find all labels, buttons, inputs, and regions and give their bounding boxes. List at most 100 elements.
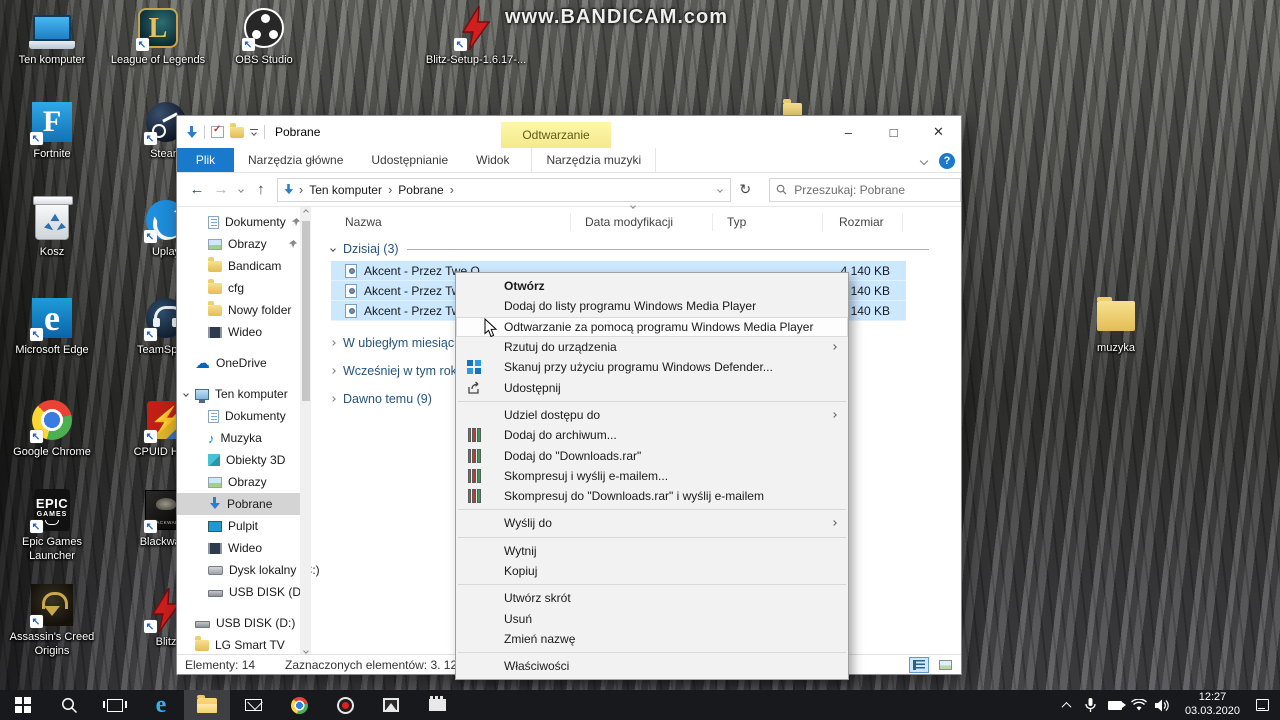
action-center-button[interactable] <box>1250 699 1274 711</box>
customize-toolbar-icon[interactable] <box>250 129 258 136</box>
group-header-dzisiaj[interactable]: Dzisiaj (3) <box>331 237 963 261</box>
nav-item-obiekty-3d[interactable]: Obiekty 3D <box>177 449 311 471</box>
chevron-right-icon[interactable] <box>330 368 336 374</box>
help-icon[interactable]: ? <box>939 153 955 169</box>
search-input[interactable]: Przeszukaj: Pobrane <box>769 178 961 202</box>
scrollbar-thumb[interactable] <box>302 221 310 401</box>
breadcrumb-ten-komputer[interactable]: Ten komputer <box>307 183 384 197</box>
menu-item-rzutuj-do-urzadzenia[interactable]: Rzutuj do urządzenia <box>456 337 848 357</box>
tab-widok[interactable]: Widok <box>462 148 523 172</box>
microphone-tray-icon[interactable] <box>1079 698 1103 713</box>
menu-item-odtwarzanie-wmp[interactable]: Odtwarzanie za pomocą programu Windows M… <box>456 317 848 337</box>
title-bar[interactable]: Pobrane Odtwarzanie – □ ✕ <box>177 116 961 148</box>
menu-item-zmien-nazwe[interactable]: Zmień nazwę <box>456 629 848 649</box>
desktop-icon-assassins-creed[interactable]: Assassin's Creed Origins <box>6 583 98 659</box>
nav-item-obrazy-pc[interactable]: Obrazy <box>177 471 311 493</box>
column-header-data-modyfikacji[interactable]: Data modyfikacji <box>571 213 713 231</box>
menu-item-udziel-dostepu-do[interactable]: Udziel dostępu do <box>456 405 848 425</box>
desktop-icon-muzyka[interactable]: muzyka <box>1070 294 1162 356</box>
properties-icon[interactable] <box>211 126 224 138</box>
close-button[interactable]: ✕ <box>916 116 961 148</box>
menu-item-kopiuj[interactable]: Kopiuj <box>456 561 848 581</box>
thumbnails-view-button[interactable] <box>935 657 955 673</box>
details-view-button[interactable] <box>909 657 929 673</box>
taskbar-clock[interactable]: 12:27 03.03.2020 <box>1175 691 1250 719</box>
desktop-icon-google-chrome[interactable]: Google Chrome <box>6 398 98 460</box>
menu-item-wlasciwosci[interactable]: Właściwości <box>456 656 848 676</box>
desktop-icon-obs-studio[interactable]: OBS Studio <box>218 6 310 68</box>
nav-item-pulpit[interactable]: Pulpit <box>177 515 311 537</box>
tab-narzedzia-muzyki[interactable]: Narzędzia muzyki <box>531 148 656 172</box>
nav-item-onedrive[interactable]: ☁OneDrive <box>177 352 311 374</box>
new-folder-icon[interactable] <box>230 127 244 138</box>
maximize-button[interactable]: □ <box>871 116 916 148</box>
menu-item-utworz-skrot[interactable]: Utwórz skrót <box>456 588 848 608</box>
nav-item-wideo[interactable]: Wideo <box>177 321 311 343</box>
taskbar-chrome-button[interactable] <box>276 690 322 720</box>
address-dropdown-icon[interactable] <box>717 187 723 193</box>
tray-expand-button[interactable] <box>1055 702 1079 709</box>
nav-item-nowy-folder[interactable]: Nowy folder <box>177 299 311 321</box>
address-bar[interactable]: › Ten komputer › Pobrane › <box>277 178 731 202</box>
nav-item-wideo-pc[interactable]: Wideo <box>177 537 311 559</box>
expand-ribbon-icon[interactable] <box>920 156 928 164</box>
desktop-icon-fortnite[interactable]: F Fortnite <box>6 100 98 162</box>
nav-item-dokumenty[interactable]: Dokumenty <box>177 211 311 233</box>
nav-item-ten-komputer[interactable]: Ten komputer <box>177 383 311 405</box>
desktop-icon-epic-games[interactable]: EPICGAMES Epic Games Launcher <box>6 488 98 564</box>
menu-item-dodaj-do-downloads-rar[interactable]: Dodaj do "Downloads.rar" <box>456 445 848 465</box>
volume-tray-icon[interactable] <box>1151 699 1175 712</box>
forward-button[interactable]: → <box>209 181 233 198</box>
nav-item-usb-d[interactable]: USB DISK (D:) <box>177 581 311 603</box>
tab-narzedzia-glowne[interactable]: Narzędzia główne <box>234 148 357 172</box>
desktop-icon-microsoft-edge[interactable]: e Microsoft Edge <box>6 296 98 358</box>
column-header-rozmiar[interactable]: Rozmiar <box>823 213 903 231</box>
nav-item-dokumenty-pc[interactable]: Dokumenty <box>177 405 311 427</box>
taskbar-file-explorer-button[interactable] <box>184 690 230 720</box>
menu-item-udostepnij[interactable]: Udostępnij <box>456 377 848 397</box>
menu-item-skompresuj-do-downloads-rar[interactable]: Skompresuj do "Downloads.rar" i wyślij e… <box>456 486 848 506</box>
scroll-up-icon[interactable] <box>303 209 309 215</box>
back-button[interactable]: ← <box>185 181 209 198</box>
task-view-button[interactable] <box>92 690 138 720</box>
menu-item-dodaj-do-listy-wmp[interactable]: Dodaj do listy programu Windows Media Pl… <box>456 296 848 316</box>
desktop-icon-blitz-setup[interactable]: Blitz-Setup-1.6.17-... <box>430 6 522 68</box>
menu-item-usun[interactable]: Usuń <box>456 608 848 628</box>
minimize-button[interactable]: – <box>826 116 871 148</box>
scroll-down-icon[interactable] <box>303 648 309 654</box>
tab-plik[interactable]: Plik <box>177 148 234 172</box>
menu-item-skanuj-windows-defender[interactable]: Skanuj przy użyciu programu Windows Defe… <box>456 357 848 377</box>
menu-item-wyslij-do[interactable]: Wyślij do <box>456 513 848 533</box>
nav-item-bandicam[interactable]: Bandicam <box>177 255 311 277</box>
taskbar-bandicam-button[interactable] <box>322 690 368 720</box>
start-button[interactable] <box>0 690 46 720</box>
menu-item-dodaj-do-archiwum[interactable]: Dodaj do archiwum... <box>456 425 848 445</box>
taskbar-edge-button[interactable]: e <box>138 690 184 720</box>
menu-item-wytnij[interactable]: Wytnij <box>456 541 848 561</box>
desktop-icon-league-of-legends[interactable]: L League of Legends <box>112 6 204 68</box>
menu-item-skompresuj-i-wyslij[interactable]: Skompresuj i wyślij e-mailem... <box>456 466 848 486</box>
menu-item-otworz[interactable]: Otwórz <box>456 276 848 296</box>
desktop-icon-ten-komputer[interactable]: Ten komputer <box>6 6 98 68</box>
chevron-down-icon[interactable] <box>330 246 336 252</box>
recent-locations-icon[interactable] <box>238 187 244 193</box>
column-header-nazwa[interactable]: Nazwa <box>331 213 571 231</box>
taskbar-photos-button[interactable] <box>368 690 414 720</box>
nav-item-usb-d-root[interactable]: USB DISK (D:) <box>177 612 311 634</box>
nav-item-lg-smart-tv[interactable]: LG Smart TV <box>177 634 311 656</box>
up-button[interactable]: ↑ <box>249 181 273 198</box>
desktop-icon-kosz[interactable]: Kosz <box>6 198 98 260</box>
taskbar-film-button[interactable] <box>414 690 460 720</box>
wifi-tray-icon[interactable] <box>1127 699 1151 711</box>
breadcrumb-pobrane[interactable]: Pobrane <box>396 183 445 197</box>
nav-item-dysk-c[interactable]: Dysk lokalny (C:) <box>177 559 311 581</box>
taskbar-mail-button[interactable] <box>230 690 276 720</box>
chevron-right-icon[interactable] <box>330 396 336 402</box>
camera-tray-icon[interactable] <box>1103 701 1127 710</box>
column-header-typ[interactable]: Typ <box>713 213 823 231</box>
nav-item-cfg[interactable]: cfg <box>177 277 311 299</box>
chevron-right-icon[interactable] <box>330 340 336 346</box>
tab-udostepnianie[interactable]: Udostępnianie <box>357 148 462 172</box>
nav-item-muzyka[interactable]: ♪Muzyka <box>177 427 311 449</box>
refresh-icon[interactable]: ↻ <box>731 181 759 198</box>
